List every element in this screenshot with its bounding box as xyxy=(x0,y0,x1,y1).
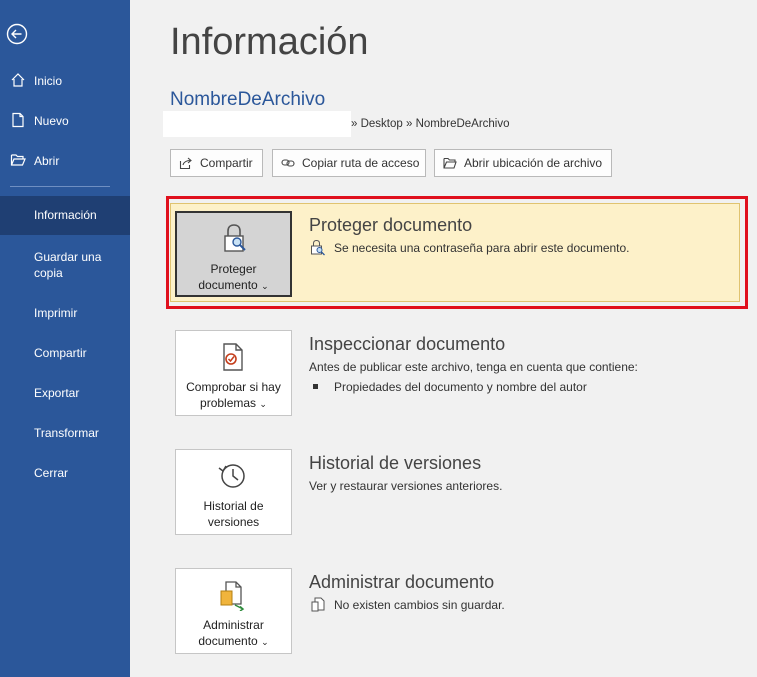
sidebar-item-label: Abrir xyxy=(34,154,60,168)
protect-document-desc: Se necesita una contraseña para abrir es… xyxy=(309,239,630,256)
sidebar: Inicio Nuevo Abrir Información Guardar u… xyxy=(0,0,130,677)
sidebar-divider xyxy=(10,186,110,187)
document-status-icon xyxy=(311,597,325,612)
link-icon xyxy=(281,159,295,167)
file-name: NombreDeArchivo xyxy=(170,89,326,110)
lock-icon xyxy=(224,224,246,252)
lock-search-icon xyxy=(311,239,325,256)
inspect-document-bullet-text: Propiedades del documento y nombre del a… xyxy=(334,380,587,394)
sidebar-item-guardar-copia[interactable]: Guardar una copia xyxy=(0,248,130,282)
sidebar-item-compartir[interactable]: Compartir xyxy=(0,344,130,360)
sidebar-item-inicio[interactable]: Inicio xyxy=(0,72,130,88)
share-button-label: Compartir xyxy=(200,156,253,170)
folder-icon xyxy=(443,157,457,169)
sidebar-item-label: Transformar xyxy=(34,426,99,440)
share-button[interactable]: Compartir xyxy=(170,149,263,177)
history-icon xyxy=(218,464,245,488)
home-icon xyxy=(11,73,25,87)
sidebar-item-label: Cerrar xyxy=(34,466,69,480)
file-path: » Desktop » NombreDeArchivo xyxy=(351,118,510,130)
sidebar-item-informacion[interactable]: Información xyxy=(0,196,130,235)
copy-path-button[interactable]: Copiar ruta de acceso xyxy=(272,149,426,177)
manage-document-button[interactable]: Administrar documento ⌄ xyxy=(175,568,292,654)
manage-document-desc-text: No existen cambios sin guardar. xyxy=(334,598,505,612)
manage-document-desc: No existen cambios sin guardar. xyxy=(309,597,505,612)
chevron-down-icon: ⌄ xyxy=(261,637,269,647)
open-file-location-label: Abrir ubicación de archivo xyxy=(464,156,603,170)
path-redaction xyxy=(163,111,351,137)
sidebar-item-label: Inicio xyxy=(34,74,63,88)
back-arrow-icon[interactable] xyxy=(6,23,28,45)
check-issues-button[interactable]: Comprobar si hay problemas ⌄ xyxy=(175,330,292,416)
inspect-document-bullet: Propiedades del documento y nombre del a… xyxy=(309,380,587,394)
sidebar-item-label: Exportar xyxy=(34,386,80,400)
manage-document-icon xyxy=(220,581,245,611)
version-history-label: Historial de versiones xyxy=(203,499,264,529)
sidebar-item-label: Imprimir xyxy=(34,306,78,320)
page-title: Información xyxy=(170,21,369,63)
manage-document-title: Administrar documento xyxy=(309,572,495,592)
open-file-location-button[interactable]: Abrir ubicación de archivo xyxy=(434,149,612,177)
copy-path-button-label: Copiar ruta de acceso xyxy=(302,156,420,170)
version-history-desc: Ver y restaurar versiones anteriores. xyxy=(309,479,503,493)
sidebar-item-label: Nuevo xyxy=(34,114,69,128)
open-folder-icon xyxy=(10,154,26,166)
share-icon xyxy=(179,157,192,170)
manage-document-label: Administrar documento ⌄ xyxy=(198,618,269,648)
chevron-down-icon: ⌄ xyxy=(259,399,267,409)
protect-document-title: Proteger documento xyxy=(309,215,473,235)
sidebar-item-label: Guardar una copia xyxy=(34,250,102,280)
protect-document-button[interactable]: Proteger documento ⌄ xyxy=(175,211,292,297)
sidebar-item-cerrar[interactable]: Cerrar xyxy=(0,464,130,480)
sidebar-item-exportar[interactable]: Exportar xyxy=(0,384,130,400)
sidebar-item-nuevo[interactable]: Nuevo xyxy=(0,112,130,128)
sidebar-item-label: Compartir xyxy=(34,346,87,360)
inspect-document-title: Inspeccionar documento xyxy=(309,334,506,354)
check-issues-label: Comprobar si hay problemas ⌄ xyxy=(186,380,281,410)
sidebar-item-label: Información xyxy=(34,208,97,222)
protect-document-desc-text: Se necesita una contraseña para abrir es… xyxy=(334,241,630,255)
version-history-title: Historial de versiones xyxy=(309,453,482,473)
bullet-icon xyxy=(313,384,318,389)
new-document-icon xyxy=(12,112,24,128)
sidebar-item-transformar[interactable]: Transformar xyxy=(0,424,130,440)
version-history-button[interactable]: Historial de versiones xyxy=(175,449,292,535)
sidebar-item-imprimir[interactable]: Imprimir xyxy=(0,304,130,320)
chevron-down-icon: ⌄ xyxy=(261,281,269,291)
protect-document-label: Proteger documento ⌄ xyxy=(198,262,269,292)
sidebar-item-abrir[interactable]: Abrir xyxy=(0,152,130,168)
inspect-document-desc: Antes de publicar este archivo, tenga en… xyxy=(309,360,638,374)
inspect-icon xyxy=(223,343,243,371)
